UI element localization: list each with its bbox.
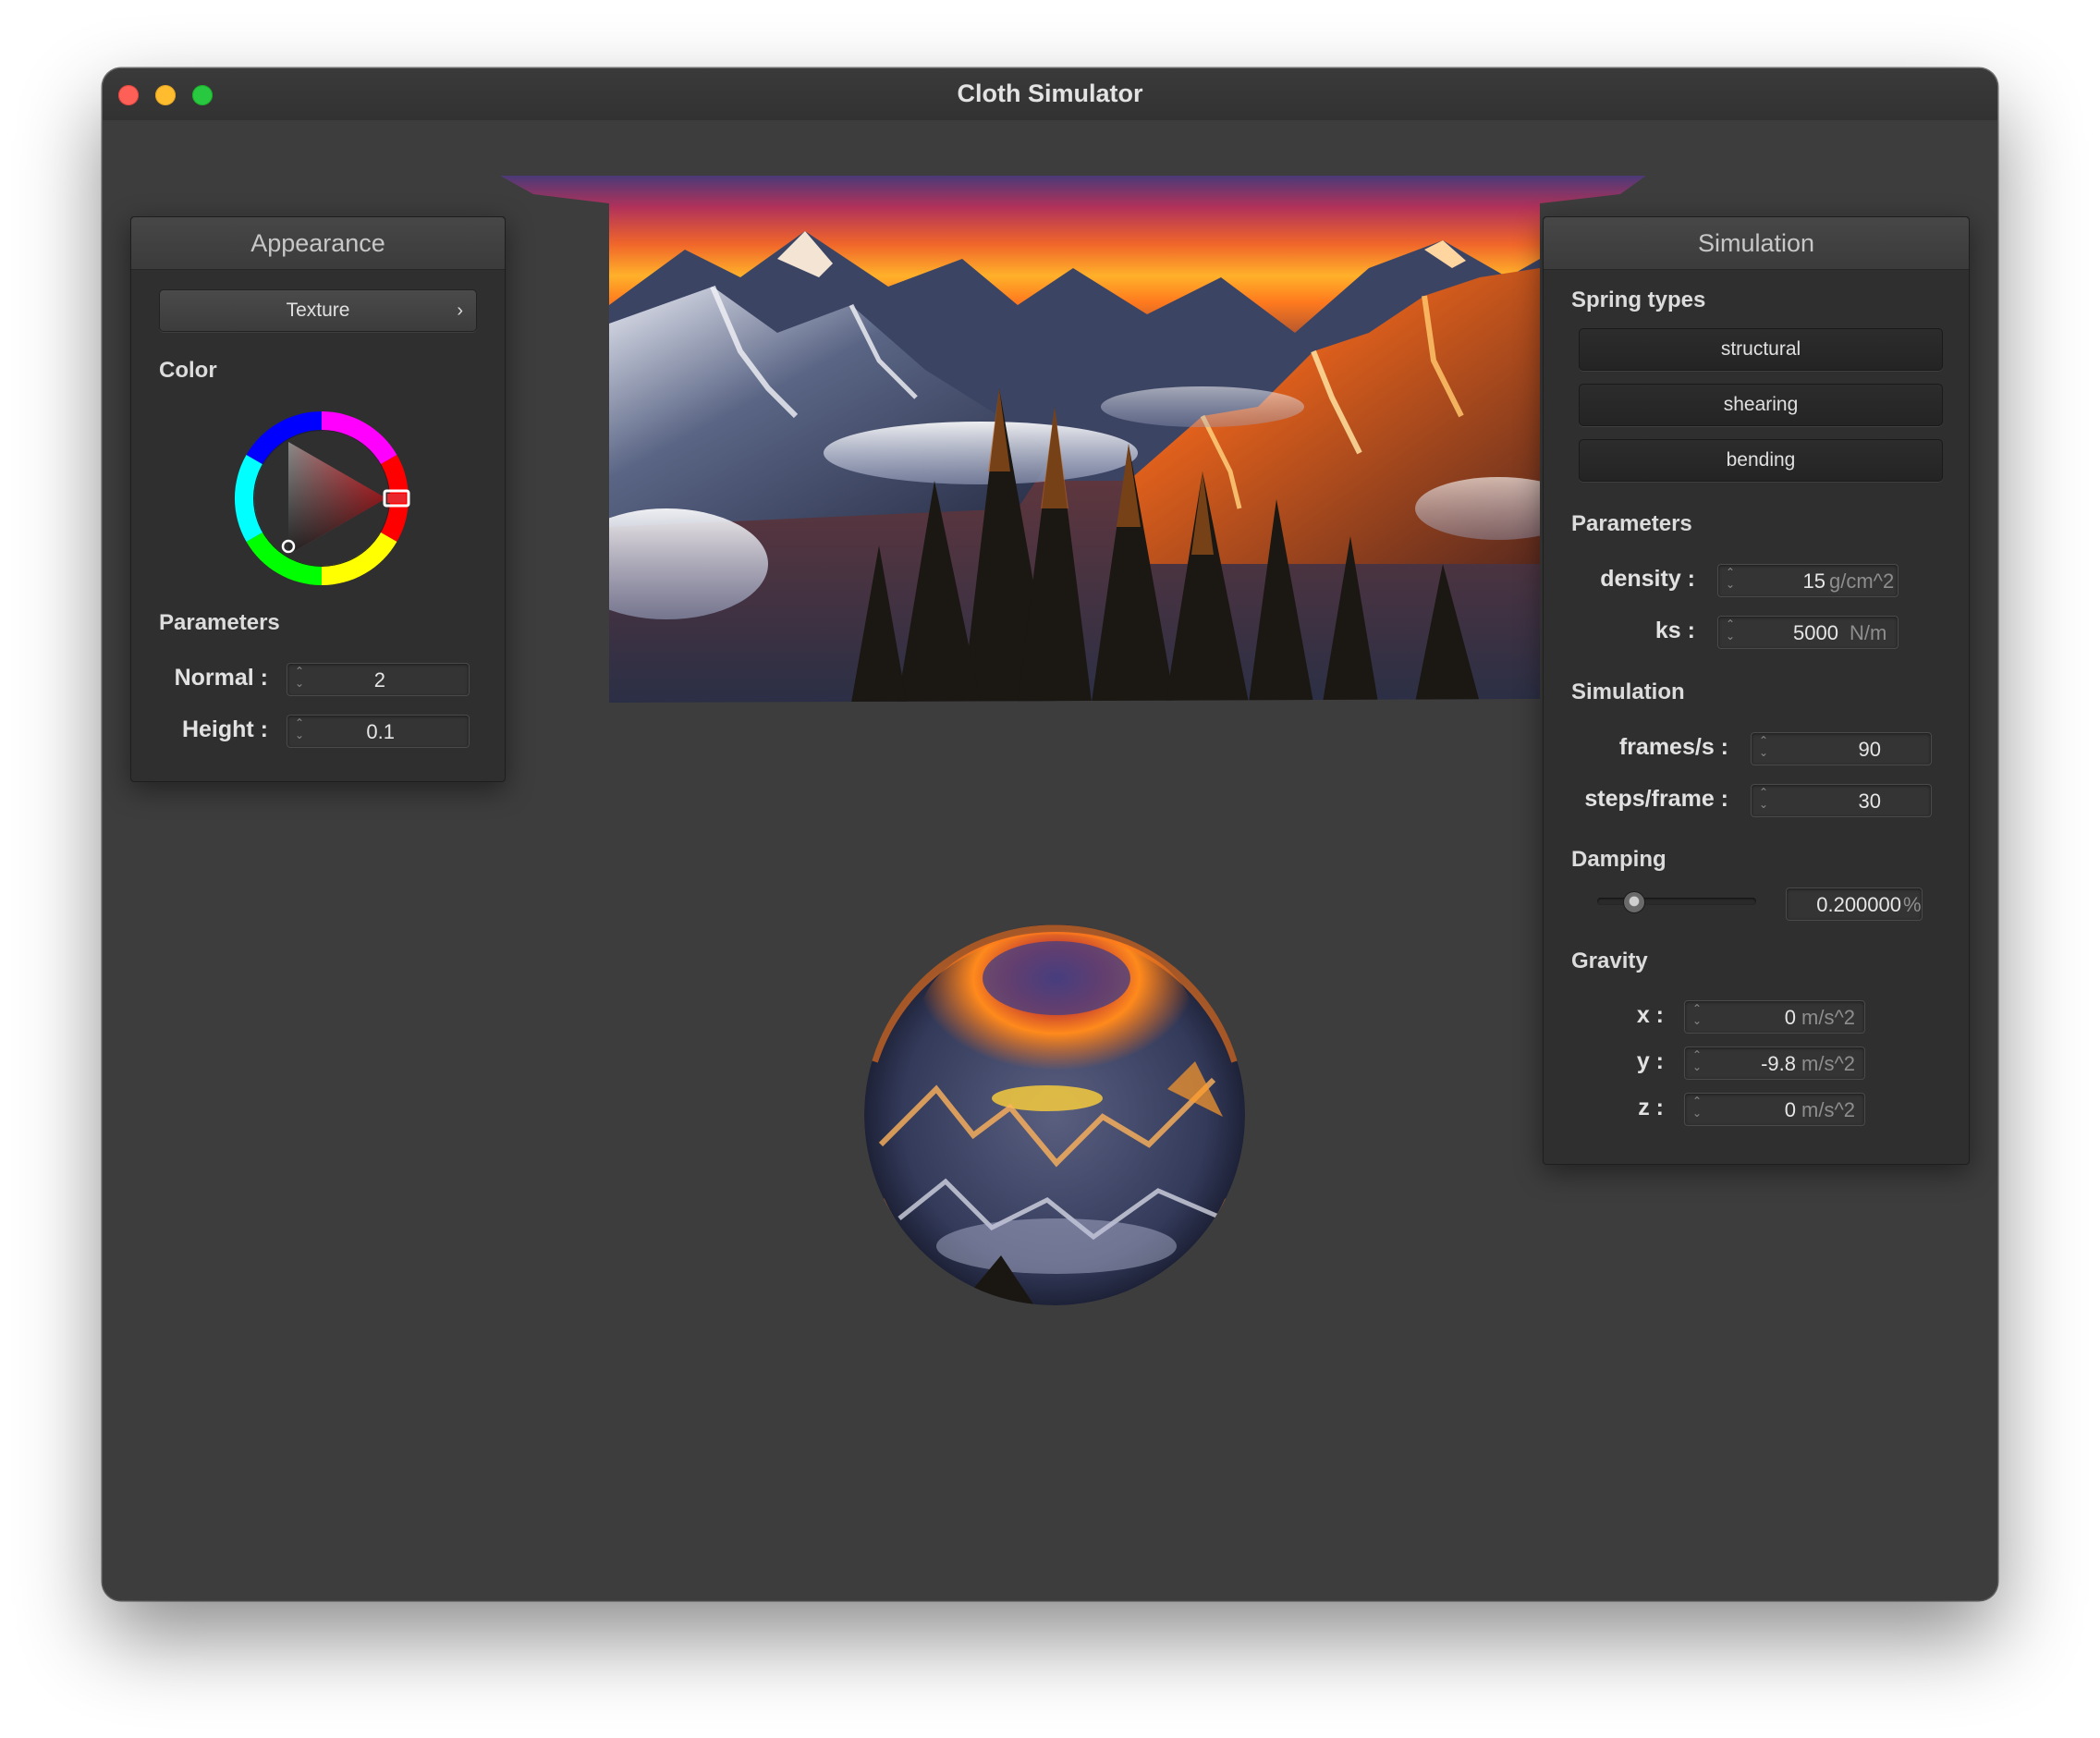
fps-label: frames/s : bbox=[1618, 734, 1728, 760]
stepper-icon[interactable]: ⌃ ⌄ bbox=[1757, 735, 1770, 763]
chevron-right-icon: › bbox=[457, 300, 463, 321]
gravity-y-label: y : bbox=[1636, 1048, 1664, 1074]
render-viewport[interactable]: Appearance Texture › Color Parameters No… bbox=[103, 120, 1997, 1600]
normal-label: Normal : bbox=[174, 665, 268, 691]
stepper-icon[interactable]: ⌃ ⌄ bbox=[1757, 787, 1770, 814]
ks-unit: N/m bbox=[1850, 621, 1887, 644]
appearance-parameters-label: Parameters bbox=[159, 610, 280, 635]
damping-slider-knob[interactable] bbox=[1623, 891, 1645, 913]
structural-button[interactable]: structural bbox=[1579, 328, 1943, 371]
gravity-z-label: z : bbox=[1638, 1095, 1664, 1120]
gravity-y-unit: m/s^2 bbox=[1801, 1052, 1855, 1075]
ks-input[interactable]: ⌃ ⌄ 5000 N/m bbox=[1717, 616, 1899, 649]
fps-input[interactable]: ⌃ ⌄ 90 bbox=[1751, 732, 1932, 765]
height-label: Height : bbox=[181, 716, 268, 742]
color-label: Color bbox=[159, 358, 217, 383]
texture-button-label: Texture bbox=[286, 300, 350, 321]
damping-unit: % bbox=[1903, 893, 1922, 916]
collision-sphere[interactable] bbox=[862, 923, 1247, 1307]
title-bar: Cloth Simulator bbox=[103, 68, 1997, 121]
height-value: 0.1 bbox=[366, 720, 395, 743]
ks-label: ks : bbox=[1654, 618, 1695, 643]
simulation-panel: Simulation Spring types structural shear… bbox=[1543, 216, 1970, 1165]
gravity-x-value: 0 bbox=[1784, 1006, 1796, 1029]
ks-value: 5000 bbox=[1793, 621, 1838, 644]
gravity-y-value: -9.8 bbox=[1761, 1052, 1796, 1075]
spring-types-label: Spring types bbox=[1571, 288, 1706, 312]
damping-value: 0.200000 bbox=[1816, 893, 1901, 916]
appearance-header: Appearance bbox=[131, 217, 505, 270]
damping-slider-track[interactable] bbox=[1597, 898, 1756, 905]
gravity-x-unit: m/s^2 bbox=[1801, 1006, 1855, 1029]
texture-button[interactable]: Texture › bbox=[159, 289, 477, 332]
gravity-z-value: 0 bbox=[1784, 1098, 1796, 1121]
steps-value: 30 bbox=[1858, 789, 1881, 813]
fps-value: 90 bbox=[1858, 738, 1881, 761]
stepper-icon[interactable]: ⌃ ⌄ bbox=[293, 666, 306, 693]
density-unit: g/cm^2 bbox=[1829, 569, 1895, 593]
steps-label: steps/frame : bbox=[1584, 786, 1728, 812]
stepper-icon[interactable]: ⌃ ⌄ bbox=[1724, 618, 1737, 646]
gravity-label: Gravity bbox=[1571, 949, 1648, 973]
damping-input[interactable]: 0.200000 % bbox=[1786, 887, 1923, 921]
gravity-z-input[interactable]: ⌃ ⌄ 0 m/s^2 bbox=[1684, 1093, 1865, 1126]
normal-input[interactable]: ⌃ ⌄ 2 bbox=[287, 663, 470, 696]
gravity-x-label: x : bbox=[1636, 1002, 1664, 1028]
stepper-icon[interactable]: ⌃ ⌄ bbox=[293, 717, 306, 745]
appearance-panel: Appearance Texture › Color Parameters No… bbox=[130, 216, 506, 782]
stepper-icon[interactable]: ⌃ ⌄ bbox=[1691, 1003, 1703, 1031]
stepper-icon[interactable]: ⌃ ⌄ bbox=[1724, 567, 1737, 594]
steps-input[interactable]: ⌃ ⌄ 30 bbox=[1751, 784, 1932, 817]
density-input[interactable]: ⌃ ⌄ 15 g/cm^2 bbox=[1717, 564, 1899, 597]
gravity-z-unit: m/s^2 bbox=[1801, 1098, 1855, 1121]
simulation-header: Simulation bbox=[1544, 217, 1969, 270]
gravity-x-input[interactable]: ⌃ ⌄ 0 m/s^2 bbox=[1684, 1000, 1865, 1034]
app-window: Cloth Simulator Appearance Texture › Col… bbox=[103, 68, 1997, 1600]
simulation-parameters-label: Parameters bbox=[1571, 511, 1692, 536]
cloth-mesh[interactable] bbox=[500, 176, 1646, 703]
damping-label: Damping bbox=[1571, 847, 1667, 872]
normal-value: 2 bbox=[373, 668, 385, 692]
density-label: density : bbox=[1600, 566, 1695, 592]
gravity-y-input[interactable]: ⌃ ⌄ -9.8 m/s^2 bbox=[1684, 1046, 1865, 1080]
stepper-icon[interactable]: ⌃ ⌄ bbox=[1691, 1095, 1703, 1123]
shearing-button[interactable]: shearing bbox=[1579, 384, 1943, 426]
simulation-section-label: Simulation bbox=[1571, 679, 1685, 704]
height-input[interactable]: ⌃ ⌄ 0.1 bbox=[287, 715, 470, 748]
density-value: 15 bbox=[1802, 569, 1825, 593]
window-title: Cloth Simulator bbox=[957, 80, 1143, 107]
stepper-icon[interactable]: ⌃ ⌄ bbox=[1691, 1049, 1703, 1077]
bending-button[interactable]: bending bbox=[1579, 439, 1943, 482]
color-wheel[interactable] bbox=[231, 408, 412, 589]
